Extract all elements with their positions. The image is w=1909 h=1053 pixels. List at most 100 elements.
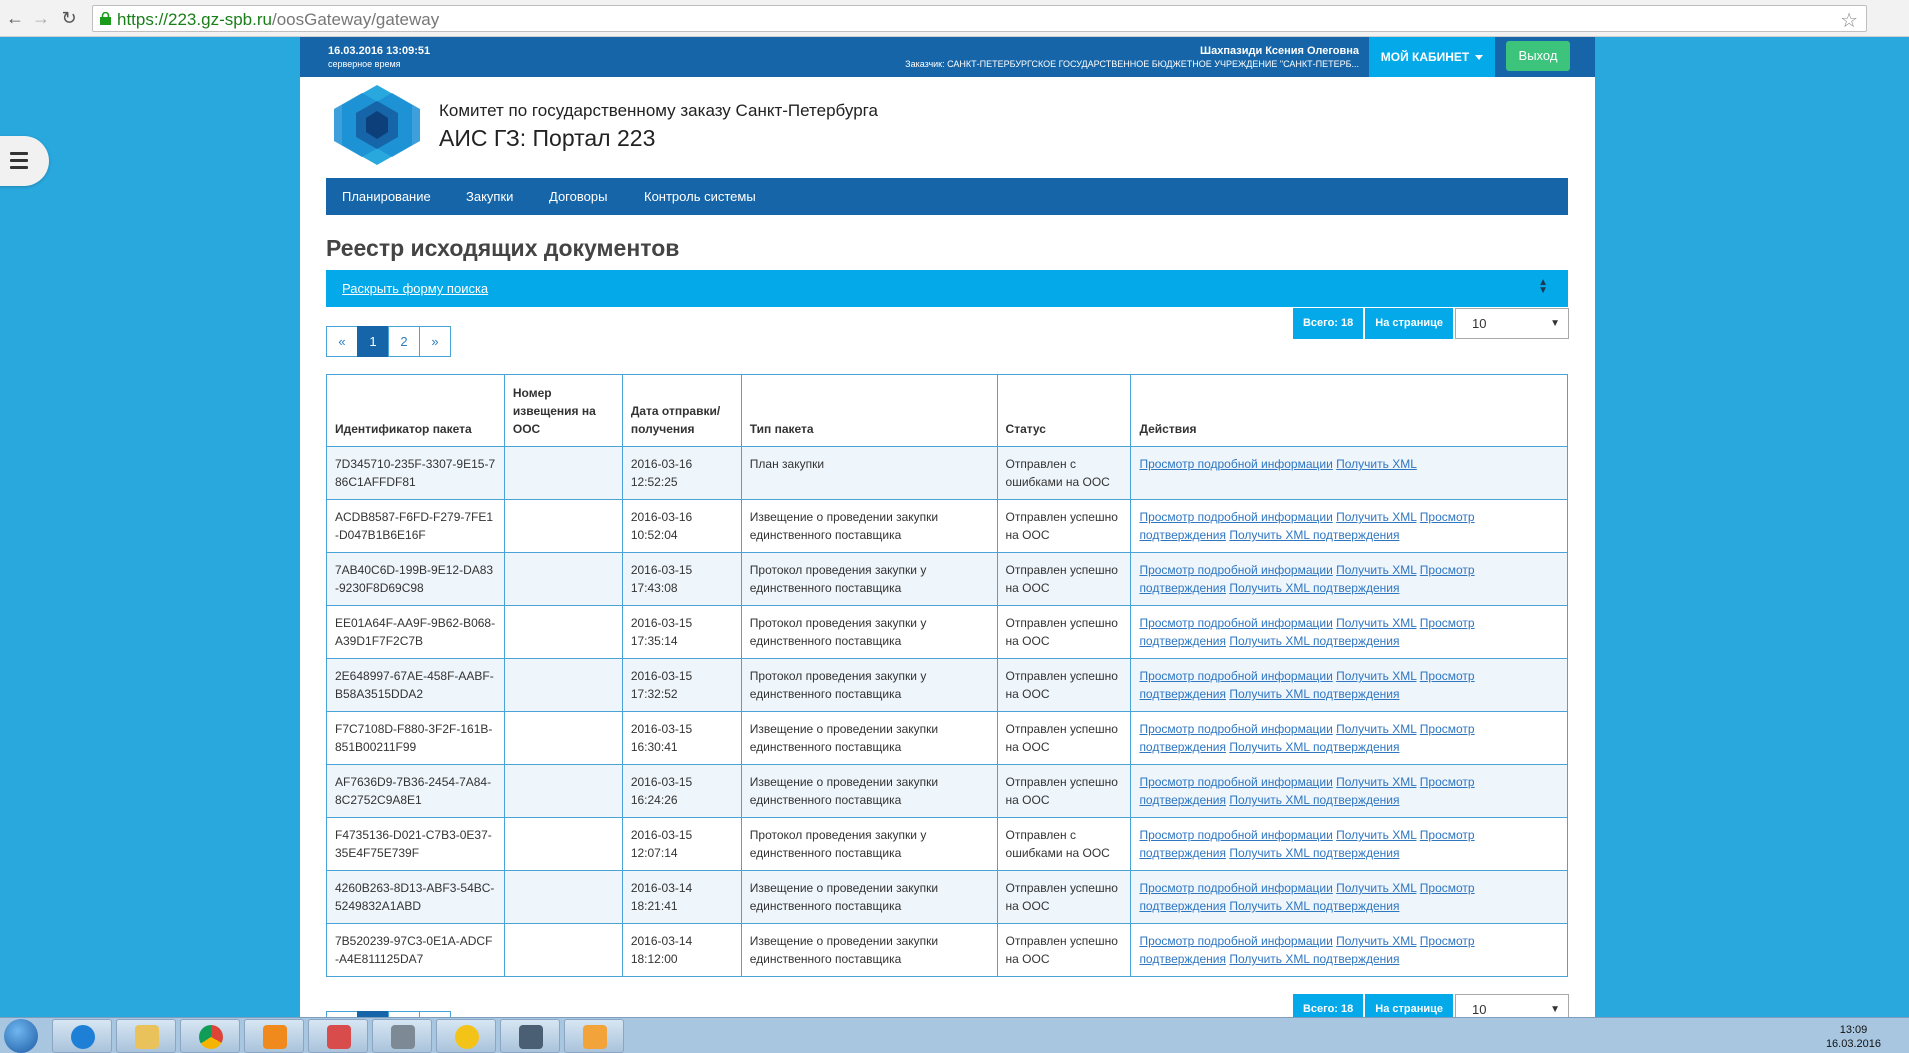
- details-link[interactable]: Просмотр подробной информации: [1139, 934, 1332, 948]
- table-row: F7C7108D-F880-3F2F-161B-851B00211F99 2016…: [326, 711, 1568, 765]
- details-link[interactable]: Просмотр подробной информации: [1139, 510, 1332, 524]
- cell-date: 2016-03-16 10:52:04: [621, 499, 742, 553]
- details-link[interactable]: Просмотр подробной информации: [1139, 457, 1332, 471]
- cell-date: 2016-03-15 17:43:08: [621, 552, 742, 606]
- column-header-package-type[interactable]: Тип пакета: [740, 374, 998, 447]
- details-link[interactable]: Просмотр подробной информации: [1139, 828, 1332, 842]
- per-page-select[interactable]: 10 ▼: [1455, 308, 1569, 339]
- nav-item-purchases[interactable]: Закупки: [466, 178, 513, 215]
- get-xml-confirmation-link[interactable]: Получить XML подтверждения: [1229, 581, 1399, 595]
- details-link[interactable]: Просмотр подробной информации: [1139, 616, 1332, 630]
- column-header-status[interactable]: Статус: [996, 374, 1132, 447]
- column-header-date[interactable]: Дата отправки/ получения: [621, 374, 742, 447]
- 1c-taskbar-icon[interactable]: [436, 1019, 496, 1053]
- cell-actions: Просмотр подробной информации Получить X…: [1130, 817, 1568, 871]
- get-xml-link[interactable]: Получить XML: [1336, 934, 1416, 948]
- cell-date: 2016-03-14 18:12:00: [621, 923, 742, 977]
- media-player-taskbar-icon[interactable]: [244, 1019, 304, 1053]
- pagination-next[interactable]: »: [419, 326, 451, 357]
- cell-status: Отправлен успешно на ООС: [996, 499, 1132, 553]
- cell-text: Отправлен успешно на ООС: [1005, 563, 1118, 595]
- address-bar[interactable]: https://223.gz-spb.ru/oosGateway/gateway…: [92, 5, 1867, 32]
- ie-taskbar-icon[interactable]: [52, 1019, 112, 1053]
- server-time: 16.03.2016 13:09:51: [328, 45, 431, 57]
- pagination-prev[interactable]: «: [326, 326, 358, 357]
- cell-status: Отправлен успешно на ООС: [996, 764, 1132, 818]
- get-xml-confirmation-link[interactable]: Получить XML подтверждения: [1229, 634, 1399, 648]
- per-page-value: 10: [1472, 1002, 1487, 1017]
- cell-text: Извещение о проведении закупки единствен…: [749, 881, 939, 913]
- cell-package-id: 2E648997-67AE-458F-AABF-B58A3515DDA2: [326, 658, 505, 712]
- get-xml-link[interactable]: Получить XML: [1336, 457, 1417, 471]
- get-xml-link[interactable]: Получить XML: [1336, 510, 1416, 524]
- cell-actions: Просмотр подробной информации Получить X…: [1130, 658, 1568, 712]
- graduate-taskbar-icon[interactable]: [500, 1019, 560, 1053]
- forward-arrow-icon[interactable]: →: [30, 7, 52, 29]
- table-row: 4260B263-8D13-ABF3-54BC-5249832A1ABD 2016…: [326, 870, 1568, 924]
- cell-package-id: AF7636D9-7B36-2454-7A84-8C2752C9A8E1: [326, 764, 505, 818]
- explorer-taskbar-icon[interactable]: [116, 1019, 176, 1053]
- cell-text: 2016-03-15: [630, 616, 693, 630]
- get-xml-link[interactable]: Получить XML: [1336, 563, 1416, 577]
- details-link[interactable]: Просмотр подробной информации: [1139, 669, 1332, 683]
- table-row: 7D345710-235F-3307-9E15-786C1AFFDF81 2016…: [326, 446, 1568, 500]
- get-xml-link[interactable]: Получить XML: [1336, 828, 1416, 842]
- clock[interactable]: 13:09 16.03.2016: [1826, 1023, 1881, 1051]
- my-cabinet-button[interactable]: МОЙ КАБИНЕТ: [1369, 37, 1495, 77]
- details-link[interactable]: Просмотр подробной информации: [1139, 881, 1332, 895]
- get-xml-link[interactable]: Получить XML: [1336, 616, 1416, 630]
- customer-name: Заказчик: САНКТ-ПЕТЕРБУРГСКОЕ ГОСУДАРСТВ…: [905, 59, 1359, 69]
- get-xml-confirmation-link[interactable]: Получить XML подтверждения: [1229, 793, 1399, 807]
- get-xml-link[interactable]: Получить XML: [1336, 669, 1416, 683]
- page-container: 16.03.2016 13:09:51 серверное время Шахп…: [300, 37, 1595, 1042]
- cell-text: 7D345710-235F-3307-9E15-786C1AFFDF81: [335, 457, 496, 489]
- logout-button[interactable]: Выход: [1506, 41, 1570, 71]
- column-header-notice-number[interactable]: Номер извещения на ООС: [503, 374, 623, 447]
- pagination-page-1[interactable]: 1: [357, 326, 389, 357]
- pagination-top: « 1 2 »: [326, 326, 451, 357]
- column-header-package-id[interactable]: Идентификатор пакета: [326, 374, 505, 447]
- cell-text: 18:21:41: [630, 899, 678, 913]
- nav-item-contracts[interactable]: Договоры: [549, 178, 607, 215]
- scissors-taskbar-icon[interactable]: [308, 1019, 368, 1053]
- tools-taskbar-icon[interactable]: [372, 1019, 432, 1053]
- get-xml-link[interactable]: Получить XML: [1336, 881, 1416, 895]
- os-taskbar: 13:09 16.03.2016: [0, 1017, 1909, 1053]
- get-xml-link[interactable]: Получить XML: [1336, 775, 1416, 789]
- get-xml-confirmation-link[interactable]: Получить XML подтверждения: [1229, 952, 1399, 966]
- reload-icon[interactable]: ↻: [58, 7, 80, 29]
- get-xml-confirmation-link[interactable]: Получить XML подтверждения: [1229, 528, 1399, 542]
- get-xml-confirmation-link[interactable]: Получить XML подтверждения: [1229, 740, 1399, 754]
- paint-taskbar-icon[interactable]: [564, 1019, 624, 1053]
- table-row: AF7636D9-7B36-2454-7A84-8C2752C9A8E1 2016…: [326, 764, 1568, 818]
- cell-text: 2016-03-15: [630, 775, 693, 789]
- cell-text: 2016-03-16: [630, 510, 693, 524]
- get-xml-confirmation-link[interactable]: Получить XML подтверждения: [1229, 846, 1399, 860]
- main-nav: Планирование Закупки Договоры Контроль с…: [326, 178, 1568, 215]
- cell-text: 2016-03-14: [630, 934, 693, 948]
- cell-package-id: ACDB8587-F6FD-F279-7FE1-D047B1B6E16F: [326, 499, 505, 553]
- expand-collapse-icon[interactable]: ▲ ▼: [1538, 278, 1548, 296]
- chrome-taskbar-icon[interactable]: [180, 1019, 240, 1053]
- back-arrow-icon[interactable]: ←: [4, 7, 26, 29]
- get-xml-confirmation-link[interactable]: Получить XML подтверждения: [1229, 899, 1399, 913]
- cell-package-id: 7AB40C6D-199B-9E12-DA83-9230F8D69C98: [326, 552, 505, 606]
- get-xml-link[interactable]: Получить XML: [1336, 722, 1416, 736]
- details-link[interactable]: Просмотр подробной информации: [1139, 775, 1332, 789]
- nav-item-system-control[interactable]: Контроль системы: [644, 178, 756, 215]
- cell-status: Отправлен успешно на ООС: [996, 923, 1132, 977]
- cell-actions: Просмотр подробной информации Получить X…: [1130, 923, 1568, 977]
- clock-time: 13:09: [1839, 1024, 1868, 1036]
- cell-text: Отправлен успешно на ООС: [1005, 510, 1118, 542]
- cell-text: F7C7108D-F880-3F2F-161B-851B00211F99: [335, 722, 493, 754]
- sidebar-toggle-button[interactable]: [0, 136, 49, 186]
- expand-search-link[interactable]: Раскрыть форму поиска: [342, 281, 488, 296]
- pagination-page-2[interactable]: 2: [388, 326, 420, 357]
- start-button-icon[interactable]: [4, 1019, 38, 1053]
- bookmark-star-icon[interactable]: ☆: [1840, 8, 1858, 33]
- details-link[interactable]: Просмотр подробной информации: [1139, 722, 1332, 736]
- details-link[interactable]: Просмотр подробной информации: [1139, 563, 1332, 577]
- nav-item-planning[interactable]: Планирование: [342, 178, 431, 215]
- cell-package-type: План закупки: [740, 446, 998, 500]
- get-xml-confirmation-link[interactable]: Получить XML подтверждения: [1229, 687, 1399, 701]
